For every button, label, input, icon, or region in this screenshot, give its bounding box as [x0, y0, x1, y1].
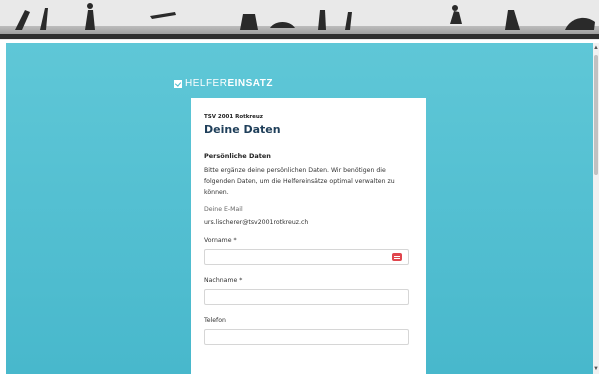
lastname-label: Nachname * [204, 277, 413, 284]
page-title: Deine Daten [204, 123, 281, 136]
helfereinsatz-logo: HELFER EINSATZ [174, 78, 273, 89]
password-manager-icon[interactable] [392, 253, 402, 261]
email-value: urs.lischerer@tsv2001rotkreuz.ch [204, 219, 309, 226]
scroll-down-arrow-icon[interactable]: ▼ [593, 366, 599, 372]
scrollbar-thumb[interactable] [594, 55, 598, 175]
firstname-input[interactable] [204, 249, 409, 265]
firstname-label-text: Vorname [204, 237, 232, 244]
club-name: TSV 2001 Rotkreuz [204, 114, 263, 120]
phone-input[interactable] [204, 329, 409, 345]
scroll-up-arrow-icon[interactable]: ▲ [593, 45, 599, 51]
phone-group: Telefon [204, 317, 413, 345]
intro-text: Bitte ergänze deine persönlichen Daten. … [204, 167, 395, 196]
section-title: Persönliche Daten [204, 152, 271, 160]
required-marker: * [239, 277, 243, 284]
banner-bottom-bar [0, 34, 599, 39]
personal-data-form-card: TSV 2001 Rotkreuz Deine Daten Persönlich… [191, 98, 426, 374]
checkmark-icon [174, 79, 182, 88]
logo-text-bold: EINSATZ [227, 78, 273, 89]
logo-text-light: HELFER [185, 78, 228, 89]
required-marker: * [233, 237, 237, 244]
lastname-group: Nachname * [204, 277, 413, 305]
header-banner-image [0, 0, 599, 40]
email-label: Deine E-Mail [204, 206, 243, 213]
lastname-input[interactable] [204, 289, 409, 305]
main-content-area: HELFER EINSATZ TSV 2001 Rotkreuz Deine Da… [6, 43, 593, 374]
lastname-label-text: Nachname [204, 277, 238, 284]
firstname-group: Vorname * [204, 237, 413, 265]
page-scrollbar[interactable]: ▲ ▼ [593, 43, 599, 374]
firstname-label: Vorname * [204, 237, 413, 244]
phone-label: Telefon [204, 317, 226, 324]
